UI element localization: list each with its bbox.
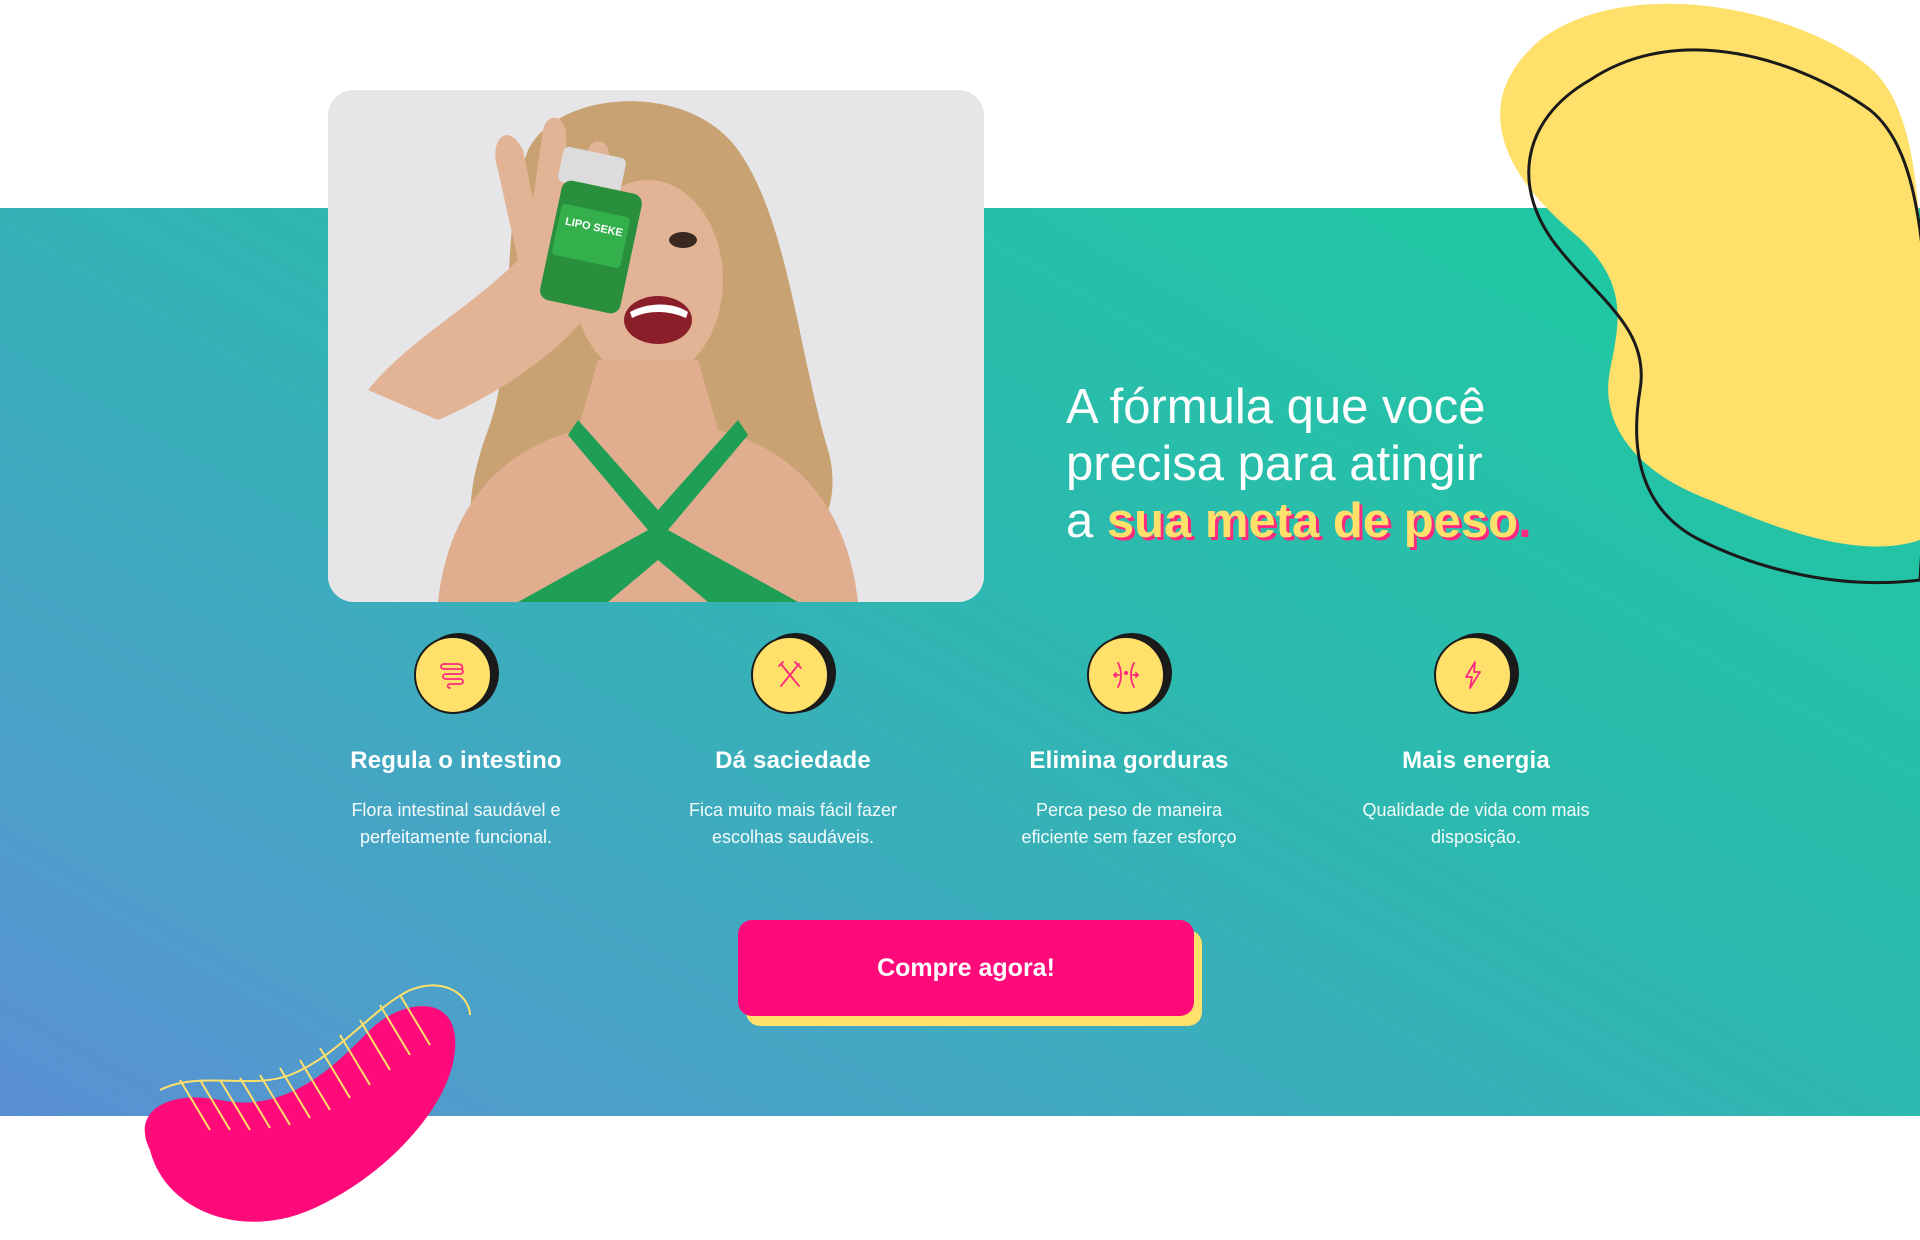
feature-title: Mais energia: [1402, 747, 1550, 774]
feature-description: Qualidade de vida com mais disposição.: [1326, 797, 1626, 851]
feature-desc-line: perfeitamente funcional.: [359, 827, 553, 847]
woman-holding-bottle-image: LIPO SEKE: [328, 90, 984, 602]
feature-elimina-gorduras: Elimina gorduras Perca peso de maneira e…: [979, 633, 1279, 851]
waist-icon: [1112, 662, 1140, 688]
pink-blob-decoration: [144, 984, 471, 1222]
feature-description: Flora intestinal saudável e perfeitament…: [306, 797, 606, 851]
feature-title: Dá saciedade: [715, 747, 871, 774]
feature-mais-energia: Mais energia Qualidade de vida com mais …: [1326, 633, 1626, 851]
feature-desc-line: Qualidade de vida com mais: [1362, 800, 1590, 820]
intestine-icon: [440, 663, 464, 689]
feature-title: Elimina gorduras: [1029, 747, 1229, 774]
feature-desc-line: escolhas saudáveis.: [711, 827, 875, 847]
feature-icon-badge: [1434, 633, 1519, 720]
fork-knife-icon: [778, 661, 802, 687]
feature-desc-line: Flora intestinal saudável e: [351, 800, 561, 820]
headline-line-2: precisa para atingir: [1066, 436, 1483, 491]
feature-description: Fica muito mais fácil fazer escolhas sau…: [643, 797, 943, 851]
feature-icon-badge: [751, 633, 836, 720]
feature-icon-badge: [414, 633, 499, 720]
feature-desc-line: Perca peso de maneira: [1035, 800, 1223, 820]
feature-desc-line: Fica muito mais fácil fazer: [688, 800, 898, 820]
feature-regula-intestino: Regula o intestino Flora intestinal saud…: [306, 633, 606, 851]
hero-photo: LIPO SEKE: [328, 90, 984, 602]
headline-prefix: a: [1066, 493, 1107, 548]
feature-title: Regula o intestino: [350, 747, 562, 774]
feature-desc-line: disposição.: [1430, 827, 1522, 847]
feature-desc-line: eficiente sem fazer esforço: [1021, 827, 1237, 847]
headline-suffix: .: [1518, 493, 1532, 548]
hero-headline: A fórmula que você precisa para atingir …: [1066, 379, 1626, 550]
feature-description: Perca peso de maneira eficiente sem faze…: [979, 797, 1279, 851]
buy-now-button[interactable]: Compre agora!: [738, 920, 1194, 1016]
lightning-icon: [1465, 661, 1481, 689]
headline-line-1: A fórmula que você: [1066, 379, 1486, 434]
feature-icon-badge: [1087, 633, 1172, 720]
headline-highlight: sua meta de peso: [1106, 493, 1519, 548]
feature-saciedade: Dá saciedade Fica muito mais fácil fazer…: [643, 633, 943, 851]
